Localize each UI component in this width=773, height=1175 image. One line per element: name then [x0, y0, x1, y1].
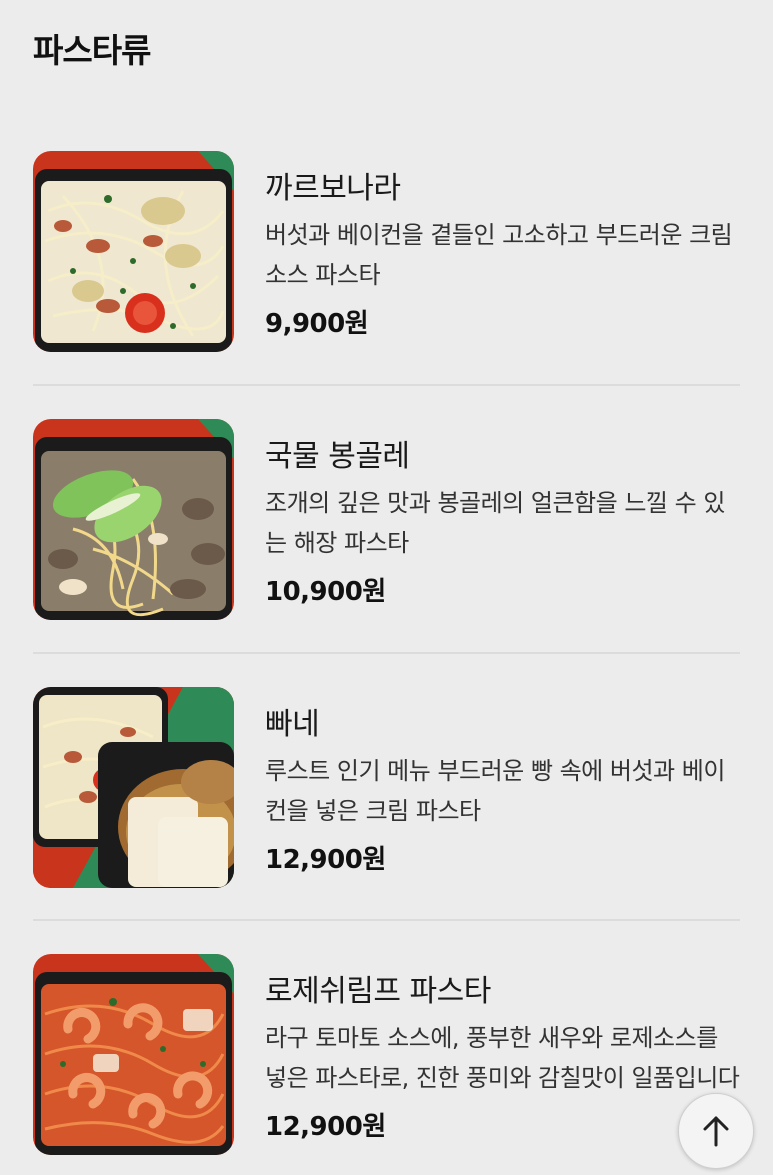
- menu-item-description: 루스트 인기 메뉴 부드러운 빵 속에 버섯과 베이컨을 넣은 크림 파스타: [265, 757, 725, 825]
- menu-item-price: 9,900원: [265, 309, 369, 339]
- menu-item-description: 라구 토마토 소스에, 풍부한 새우와 로제소스를 넣은 파스타로, 진한 풍미…: [265, 1024, 740, 1092]
- menu-item-price: 12,900원: [265, 1112, 386, 1142]
- menu-item-panne[interactable]: 빠네 루스트 인기 메뉴 부드러운 빵 속에 버섯과 베이컨을 넣은 크림 파스…: [33, 687, 740, 888]
- menu-item-rose-shrimp[interactable]: 로제쉬림프 파스타 라구 토마토 소스에, 풍부한 새우와 로제소스를 넣은 파…: [33, 954, 740, 1155]
- menu-item-vongole[interactable]: 국물 봉골레 조개의 깊은 맛과 봉골레의 얼큰함을 느낄 수 있는 해장 파스…: [33, 419, 740, 620]
- carbonara-photo: [33, 151, 234, 352]
- panne-photo: [33, 687, 234, 888]
- menu-item-price: 12,900원: [265, 845, 386, 875]
- divider: [33, 384, 740, 386]
- divider: [33, 652, 740, 654]
- menu-item-description: 조개의 깊은 맛과 봉골레의 얼큰함을 느낄 수 있는 해장 파스타: [265, 489, 725, 557]
- scroll-to-top-button[interactable]: [678, 1093, 754, 1169]
- menu-item-name: 로제쉬림프 파스타: [265, 974, 491, 1009]
- menu-item-price: 10,900원: [265, 577, 386, 607]
- menu-item-name: 국물 봉골레: [265, 439, 410, 474]
- divider: [33, 919, 740, 921]
- vongole-photo: [33, 419, 234, 620]
- menu-item-name: 까르보나라: [265, 171, 401, 206]
- section-title: 파스타류: [33, 31, 151, 70]
- menu-item-description: 버섯과 베이컨을 곁들인 고소하고 부드러운 크림 소스 파스타: [265, 221, 733, 289]
- arrow-up-icon: [703, 1116, 729, 1147]
- rose-shrimp-photo: [33, 954, 234, 1155]
- menu-item-carbonara[interactable]: 까르보나라 버섯과 베이컨을 곁들인 고소하고 부드러운 크림 소스 파스타 9…: [33, 151, 740, 352]
- menu-item-name: 빠네: [265, 707, 320, 742]
